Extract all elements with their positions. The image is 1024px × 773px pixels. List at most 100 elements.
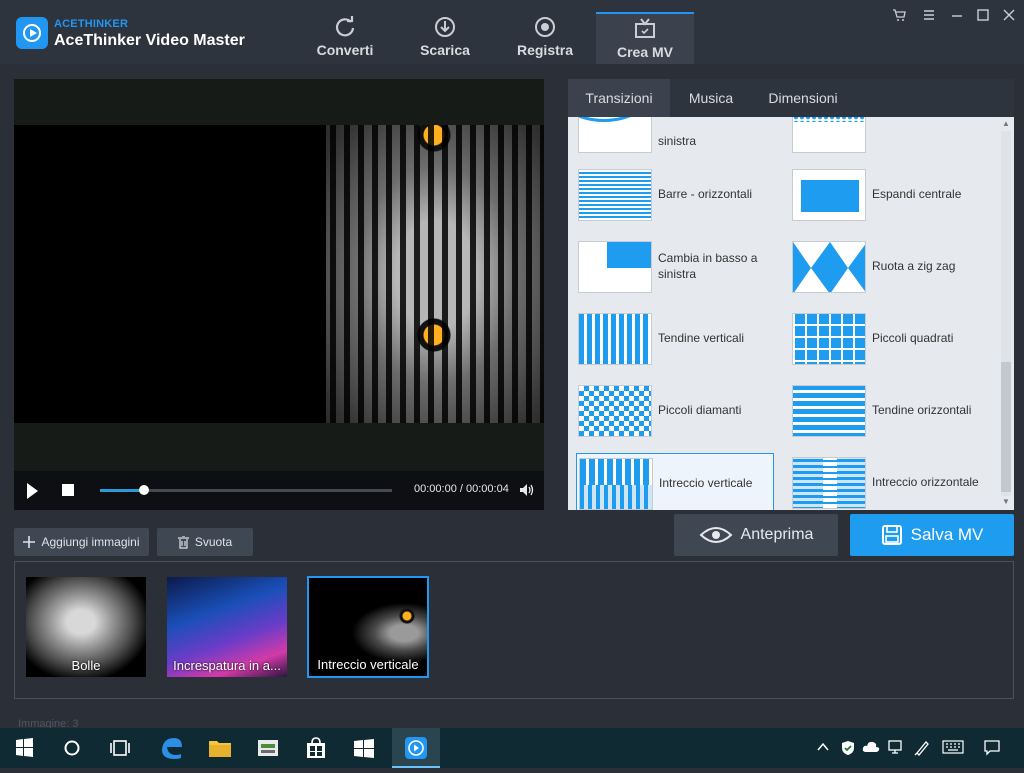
maximize-icon[interactable] <box>974 8 992 26</box>
transition-thumbnail <box>792 117 866 153</box>
clip-2[interactable]: Increspatura in a... <box>166 576 288 678</box>
save-mv-button[interactable]: Salva MV <box>850 514 1014 556</box>
transition-thumbnail <box>578 117 652 153</box>
acethinker-icon[interactable] <box>392 728 440 768</box>
clip-caption: Increspatura in a... <box>173 658 281 673</box>
tab-scarica-label: Scarica <box>420 42 470 58</box>
download-icon <box>435 17 455 37</box>
transition-item[interactable]: Piccoli diamanti <box>576 381 774 439</box>
minimize-icon[interactable] <box>948 8 966 26</box>
printer-app-icon[interactable] <box>244 728 292 768</box>
add-images-label: Aggiungi immagini <box>41 535 140 549</box>
tab-converti-label: Converti <box>316 42 374 58</box>
scroll-down-icon[interactable]: ▼ <box>1002 497 1010 506</box>
tab-crea-mv[interactable]: Crea MV <box>596 12 694 64</box>
seek-progress <box>100 489 144 492</box>
seek-handle[interactable] <box>138 485 149 495</box>
add-images-button[interactable]: Aggiungi immagini <box>14 528 149 556</box>
tab-crea-mv-label: Crea MV <box>616 44 674 60</box>
clip-1[interactable]: Bolle <box>25 576 147 678</box>
transitions-grid: sinistra Barre - orizzontali Espandi centr… <box>568 117 998 510</box>
task-view-icon[interactable] <box>96 728 144 768</box>
transition-thumbnail <box>578 241 652 293</box>
transition-item[interactable]: sinistra <box>576 117 774 155</box>
transition-thumbnail <box>579 458 653 510</box>
cloud-icon[interactable] <box>862 740 880 757</box>
edge-icon[interactable] <box>148 728 196 768</box>
transition-item[interactable]: Cambia in basso a sinistra <box>576 237 774 295</box>
scroll-up-icon[interactable]: ▲ <box>1002 119 1010 128</box>
windows-app-icon[interactable] <box>340 728 388 768</box>
transition-label: Barre - orizzontali <box>658 187 753 201</box>
preview-label: Anteprima <box>740 526 814 543</box>
clear-button[interactable]: Svuota <box>157 528 253 556</box>
transition-item[interactable]: Tendine verticali <box>576 309 774 367</box>
tab-transizioni[interactable]: Transizioni <box>568 79 670 117</box>
tab-musica[interactable]: Musica <box>672 79 750 117</box>
effects-panel: Transizioni Musica Dimensioni sinistra Ba… <box>568 79 1014 510</box>
transition-item[interactable]: Piccoli quadrati <box>790 309 988 367</box>
transition-item[interactable]: Intreccio orizzontale <box>790 453 988 510</box>
tab-dimensioni[interactable]: Dimensioni <box>758 79 848 117</box>
network-icon[interactable] <box>888 740 904 757</box>
transition-item[interactable] <box>790 117 988 155</box>
tv-icon <box>635 18 655 38</box>
tab-registra-label: Registra <box>516 42 574 58</box>
transition-item[interactable]: Espandi centrale <box>790 165 988 223</box>
transition-label: Intreccio verticale <box>659 476 753 490</box>
transition-label: Intreccio orizzontale <box>872 475 979 489</box>
transition-label: Espandi centrale <box>872 187 962 201</box>
transition-item[interactable]: Intreccio verticale <box>576 453 774 510</box>
panel-tabs: Transizioni Musica Dimensioni <box>568 79 1014 117</box>
clip-caption: Bolle <box>71 658 101 673</box>
transition-label: Tendine orizzontali <box>872 403 972 417</box>
notification-icon[interactable] <box>984 740 1000 759</box>
transition-thumbnail <box>792 313 866 365</box>
chevron-up-icon[interactable] <box>816 740 830 757</box>
transition-label: Tendine verticali <box>658 331 745 345</box>
save-mv-label: Salva MV <box>910 525 984 544</box>
transition-label: sinistra <box>658 134 697 148</box>
file-explorer-icon[interactable] <box>196 728 244 768</box>
eye-icon <box>699 527 732 543</box>
tab-scarica[interactable]: Scarica <box>396 12 494 64</box>
transition-label: Cambia in basso a sinistra <box>658 251 758 281</box>
scrollbar-thumb[interactable] <box>1001 362 1011 492</box>
app-logo-icon <box>16 17 48 49</box>
app-title: AceThinker Video Master <box>54 32 245 49</box>
clear-label: Svuota <box>194 535 233 549</box>
transition-thumbnail <box>792 457 866 509</box>
transition-label <box>872 117 988 155</box>
close-icon[interactable] <box>1000 8 1018 26</box>
pen-icon[interactable] <box>914 740 930 759</box>
store-icon[interactable] <box>292 728 340 768</box>
transition-label: Piccoli quadrati <box>872 331 954 345</box>
volume-icon[interactable] <box>519 483 535 497</box>
record-icon <box>535 17 555 37</box>
transition-thumbnail <box>578 169 652 221</box>
tab-converti[interactable]: Converti <box>296 12 394 64</box>
transition-item[interactable]: Tendine orizzontali <box>790 381 988 439</box>
transition-thumbnail <box>578 385 652 437</box>
security-icon[interactable] <box>840 740 856 759</box>
transitions-scrollbar[interactable]: ▲ ▼ <box>998 117 1014 510</box>
plus-icon <box>23 536 36 548</box>
menu-icon[interactable] <box>920 8 938 26</box>
player-controls: 00:00:00 / 00:00:04 <box>14 471 544 510</box>
windows-start-icon[interactable] <box>0 728 48 768</box>
stop-icon[interactable] <box>62 484 74 496</box>
keyboard-icon[interactable] <box>942 740 964 757</box>
tab-registra[interactable]: Registra <box>496 12 594 64</box>
transition-effect-overlay <box>14 125 544 423</box>
play-icon[interactable] <box>27 483 38 499</box>
title-bar: ACETHINKER AceThinker Video Master Conve… <box>0 0 1024 64</box>
seek-bar[interactable] <box>100 485 392 495</box>
transition-item[interactable]: Barre - orizzontali <box>576 165 774 223</box>
clip-3[interactable]: Intreccio verticale <box>307 576 429 678</box>
cart-icon[interactable] <box>890 8 908 26</box>
transition-item[interactable]: Ruota a zig zag <box>790 237 988 295</box>
video-preview <box>14 125 544 423</box>
preview-button[interactable]: Anteprima <box>674 514 838 556</box>
time-display: 00:00:00 / 00:00:04 <box>414 483 509 495</box>
search-icon[interactable] <box>48 728 96 768</box>
